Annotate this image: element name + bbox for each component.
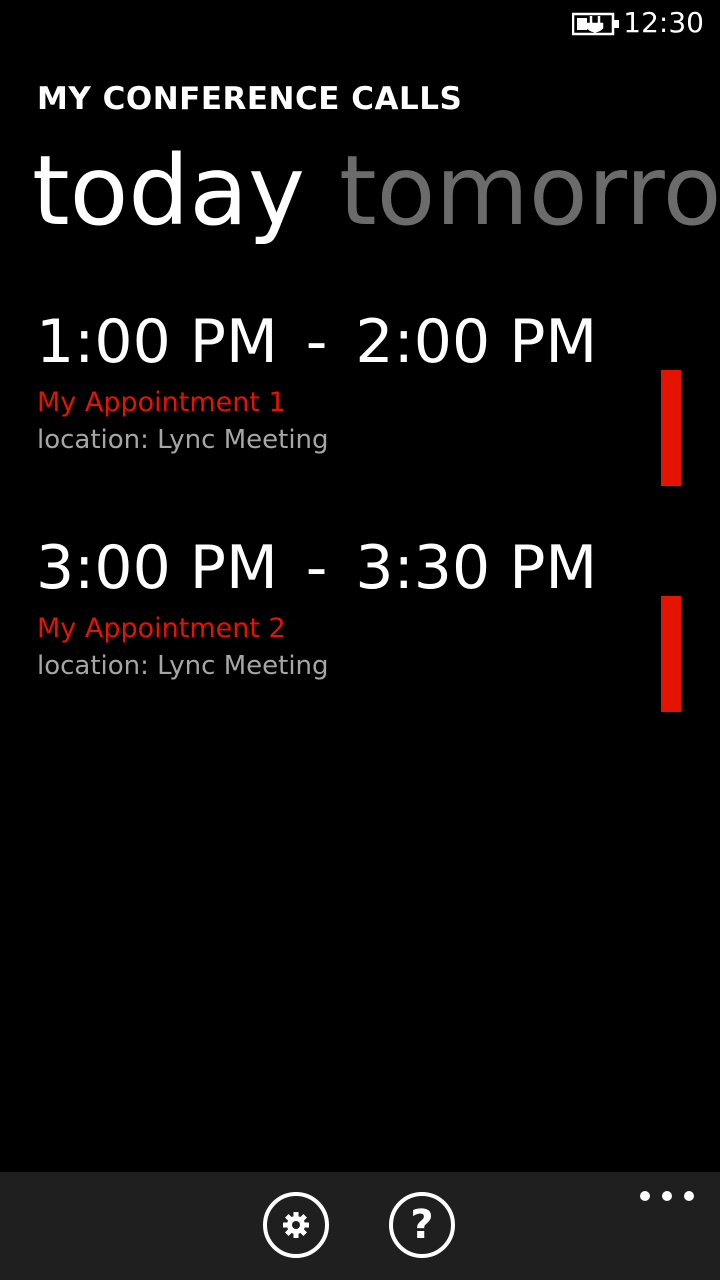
appointment-status-bar [661,370,681,486]
appointment-title: My Appointment 2 [37,613,286,644]
ellipsis-dot [684,1191,694,1201]
appointment-status-bar [661,596,681,712]
appointment-start-time: 1:00 PM [36,307,278,377]
appointment-location: location: Lync Meeting [37,425,329,455]
appointment-item[interactable]: 3:00 PM -3:30 PM My Appointment 2 locatio… [36,532,684,712]
ellipsis-dot [640,1191,650,1201]
appointment-end-time: 2:00 PM [355,307,598,377]
gear-icon [283,1212,309,1238]
appointment-time: 3:00 PM -3:30 PM [36,532,597,604]
pivot-tab-tomorrow[interactable]: tomorrow [339,136,720,246]
appointment-title: My Appointment 1 [37,387,286,418]
time-separator: - [305,307,328,377]
more-ellipsis-icon[interactable] [640,1184,694,1208]
appointment-location: location: Lync Meeting [37,651,329,681]
appointment-start-time: 3:00 PM [36,533,278,603]
help-button[interactable]: ? [389,1192,455,1258]
settings-button[interactable] [263,1192,329,1258]
ellipsis-dot [662,1191,672,1201]
appointment-time: 1:00 PM -2:00 PM [36,306,597,378]
help-icon: ? [410,1202,434,1248]
status-clock: 12:30 [623,6,704,39]
battery-charging-icon [572,12,619,36]
status-bar: 12:30 [0,0,720,48]
appointment-end-time: 3:30 PM [355,533,598,603]
appointment-item[interactable]: 1:00 PM -2:00 PM My Appointment 1 locatio… [36,306,684,486]
pivot-header: today tomorrow [32,136,720,256]
time-separator: - [305,533,328,603]
pivot-tab-today[interactable]: today [32,136,305,246]
app-title: MY CONFERENCE CALLS [37,81,463,117]
app-bar: ? [0,1172,720,1280]
